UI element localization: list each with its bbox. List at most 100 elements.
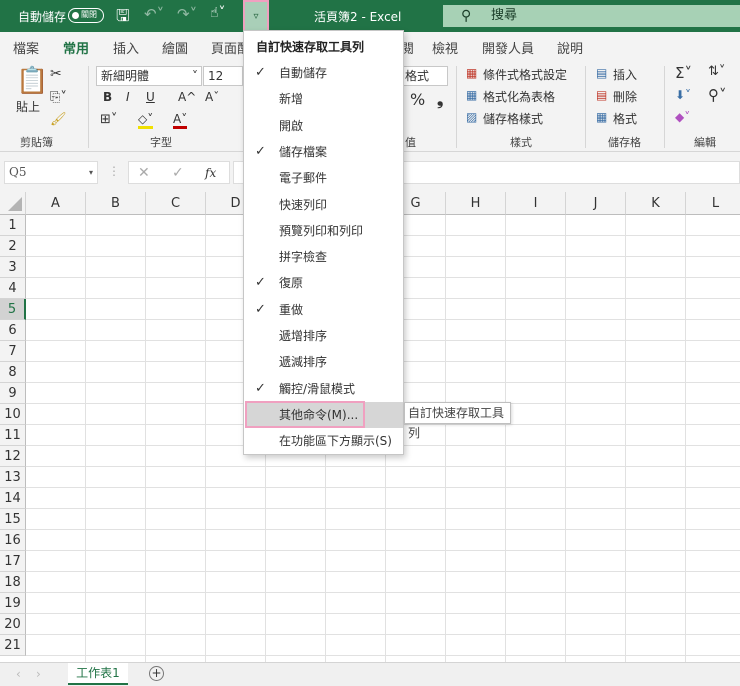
comma-button[interactable]: ❟ <box>437 90 443 110</box>
menu-item[interactable]: ✓ 重做 <box>245 297 403 323</box>
column-header[interactable]: I <box>506 192 566 215</box>
bold-button[interactable]: B <box>103 90 112 104</box>
menu-item[interactable]: 新增 <box>245 86 403 112</box>
cancel-icon[interactable]: ✕ <box>138 164 150 182</box>
row-header[interactable]: 8 <box>0 362 26 383</box>
row-header[interactable]: 4 <box>0 278 26 299</box>
font-size-select[interactable]: 12 <box>203 66 243 86</box>
menu-item[interactable]: ✓ 觸控/滑鼠模式 <box>245 376 403 402</box>
redo-icon[interactable]: ↷˅ <box>177 5 197 23</box>
sheet-tab[interactable]: 工作表1 <box>68 663 128 685</box>
paste-icon[interactable]: 📋 <box>16 66 48 96</box>
row-header[interactable]: 17 <box>0 551 26 572</box>
cut-icon[interactable]: ✂ <box>50 66 62 82</box>
row-header[interactable]: 12 <box>0 446 26 467</box>
menu-item[interactable]: 其他命令(M)... <box>245 400 403 428</box>
underline-button[interactable]: U <box>146 90 155 104</box>
font-color-icon[interactable]: A˅ <box>173 112 188 129</box>
prev-sheet-icon[interactable]: ‹ <box>16 667 21 681</box>
grow-font-button[interactable]: A^ <box>178 90 196 104</box>
delete-cells-button[interactable]: 刪除 <box>613 88 637 105</box>
tab-file[interactable]: 檔案 <box>13 38 39 57</box>
undo-icon[interactable]: ↶˅ <box>144 5 164 23</box>
row-header[interactable]: 19 <box>0 593 26 614</box>
row-header[interactable]: 20 <box>0 614 26 635</box>
select-all-button[interactable] <box>0 192 26 215</box>
row-header[interactable]: 21 <box>0 635 26 656</box>
touch-mode-icon[interactable]: ☝˅ <box>210 5 226 21</box>
font-name-select[interactable]: 新細明體 ˅ <box>96 66 202 86</box>
fill-color-icon[interactable]: ◇˅ <box>138 112 154 129</box>
tab-insert[interactable]: 插入 <box>113 38 139 57</box>
row-header[interactable]: 16 <box>0 530 26 551</box>
check-icon: ✓ <box>255 143 266 159</box>
name-box[interactable]: Q5 ▾ <box>4 161 98 184</box>
tab-help[interactable]: 說明 <box>557 38 583 57</box>
row-header[interactable]: 10 <box>0 404 26 425</box>
row-header[interactable]: 13 <box>0 467 26 488</box>
row-header[interactable]: 18 <box>0 572 26 593</box>
row-header[interactable]: 3 <box>0 257 26 278</box>
column-header[interactable]: A <box>26 192 86 215</box>
format-as-table-button[interactable]: 格式化為表格 <box>483 88 555 105</box>
row-header[interactable]: 9 <box>0 383 26 404</box>
customize-qat-button[interactable]: ▿ <box>243 0 269 32</box>
row-header[interactable]: 2 <box>0 236 26 257</box>
borders-icon[interactable]: ⊞˅ <box>100 112 117 127</box>
tab-view[interactable]: 檢視 <box>432 38 458 57</box>
percent-button[interactable]: % <box>410 90 425 109</box>
menu-item[interactable]: 在功能區下方顯示(S) <box>245 428 403 454</box>
divider-handle[interactable]: ⋮ <box>108 164 120 178</box>
menu-item[interactable]: ✓ 復原 <box>245 270 403 296</box>
number-format-select[interactable]: 格式 <box>400 66 448 86</box>
autosave-toggle[interactable]: 關閉 <box>68 8 104 23</box>
format-cells-button[interactable]: 格式 <box>613 110 637 127</box>
save-icon[interactable]: 🖫 <box>116 5 130 32</box>
fill-icon[interactable]: ⬇˅ <box>675 88 691 102</box>
conditional-format-button[interactable]: 條件式格式設定 <box>483 66 567 83</box>
find-icon[interactable]: ⚲˅ <box>708 86 727 104</box>
menu-item[interactable]: 遞減排序 <box>245 349 403 375</box>
row-header[interactable]: 1 <box>0 215 26 236</box>
row-header[interactable]: 11 <box>0 425 26 446</box>
row-header[interactable]: 5 <box>0 299 26 320</box>
next-sheet-icon[interactable]: › <box>36 667 41 681</box>
window-title: 活頁簿2 - Excel <box>314 10 402 24</box>
column-header[interactable]: J <box>566 192 626 215</box>
tab-developer[interactable]: 開發人員 <box>482 38 534 57</box>
italic-button[interactable]: I <box>126 90 130 104</box>
search-box[interactable]: ⚲ 搜尋 <box>443 5 740 27</box>
tab-draw[interactable]: 繪圖 <box>162 38 188 57</box>
column-header[interactable]: K <box>626 192 686 215</box>
menu-item-label: 儲存檔案 <box>279 144 328 159</box>
row-header[interactable]: 7 <box>0 341 26 362</box>
menu-item[interactable]: 快速列印 <box>245 192 403 218</box>
add-sheet-button[interactable]: + <box>149 666 164 681</box>
shrink-font-button[interactable]: Aˇ <box>205 90 219 104</box>
menu-item[interactable]: 開啟 <box>245 113 403 139</box>
row-header[interactable]: 14 <box>0 488 26 509</box>
enter-icon[interactable]: ✓ <box>172 164 184 182</box>
column-header[interactable]: L <box>686 192 740 215</box>
autosum-icon[interactable]: Σ˅ <box>675 64 692 82</box>
column-header[interactable]: H <box>446 192 506 215</box>
column-header[interactable]: C <box>146 192 206 215</box>
column-header[interactable]: B <box>86 192 146 215</box>
menu-item[interactable]: 電子郵件 <box>245 165 403 191</box>
insert-cells-button[interactable]: 插入 <box>613 66 637 83</box>
paste-label[interactable]: 貼上 <box>16 98 40 115</box>
menu-item[interactable]: 預覽列印和列印 <box>245 218 403 244</box>
cell-styles-button[interactable]: 儲存格樣式 <box>483 110 543 127</box>
tab-home[interactable]: 常用 <box>63 38 90 63</box>
row-header[interactable]: 6 <box>0 320 26 341</box>
format-painter-icon[interactable]: 🖌 <box>50 112 67 127</box>
sort-filter-icon[interactable]: ⇅˅ <box>708 64 725 79</box>
insert-function-button[interactable]: fx <box>205 164 216 182</box>
menu-item[interactable]: ✓ 自動儲存 <box>245 60 403 86</box>
row-header[interactable]: 15 <box>0 509 26 530</box>
menu-item[interactable]: 遞增排序 <box>245 323 403 349</box>
clear-icon[interactable]: ◆˅ <box>675 110 690 124</box>
menu-item[interactable]: ✓ 儲存檔案 <box>245 139 403 165</box>
menu-item[interactable]: 拼字檢查 <box>245 244 403 270</box>
copy-icon[interactable]: ⎘˅ <box>50 90 67 105</box>
